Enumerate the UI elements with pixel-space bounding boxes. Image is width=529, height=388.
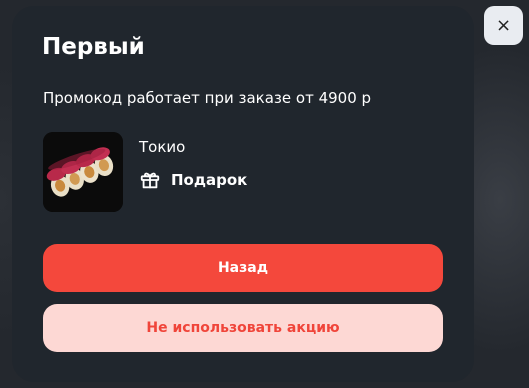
product-name: Токио [139, 138, 186, 156]
gift-badge: Подарок [139, 168, 247, 192]
sushi-roll-image [43, 132, 123, 212]
promo-modal: Первый Промокод работает при заказе от 4… [12, 6, 474, 382]
gift-label: Подарок [171, 171, 248, 189]
modal-title: Первый [42, 34, 145, 60]
close-button[interactable]: × [484, 6, 523, 45]
decline-promo-button[interactable]: Не использовать акцию [43, 304, 443, 352]
close-icon: × [495, 15, 512, 36]
gift-icon [140, 172, 160, 189]
product-image [43, 132, 123, 212]
promo-condition-text: Промокод работает при заказе от 4900 р [43, 89, 372, 107]
back-button[interactable]: Назад [43, 244, 443, 292]
